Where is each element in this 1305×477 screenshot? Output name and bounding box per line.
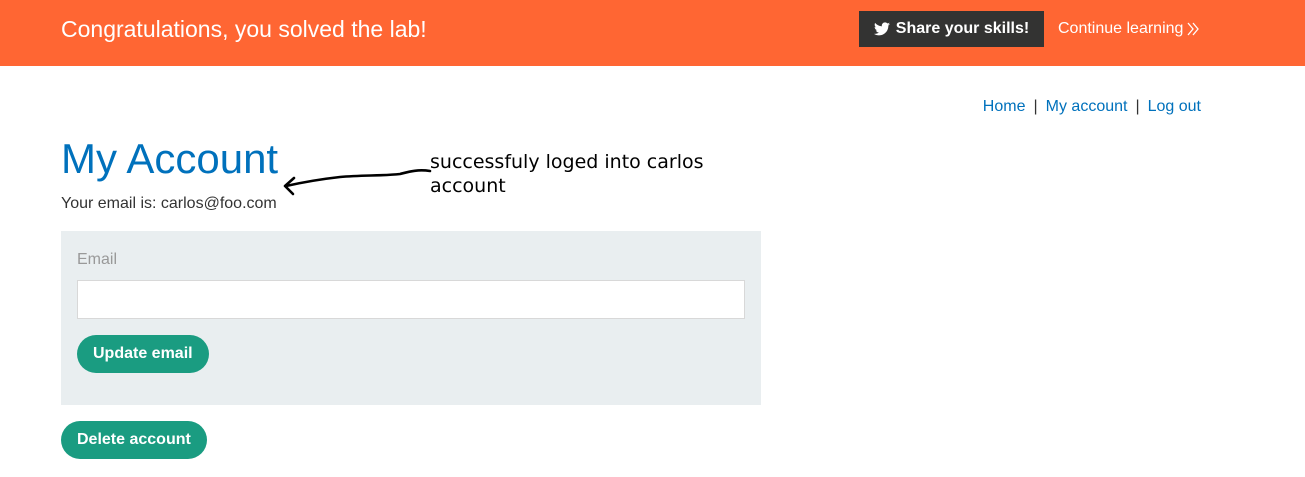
email-input[interactable] [77,280,745,319]
lab-solved-banner: Congratulations, you solved the lab! Sha… [0,0,1305,66]
update-email-button[interactable]: Update email [77,335,209,373]
top-nav: Home | My account | Log out [983,97,1201,117]
nav-log-out-link[interactable]: Log out [1148,98,1201,115]
nav-home-link[interactable]: Home [983,98,1026,115]
change-email-form: Email Update email [61,231,761,405]
email-label: Email [77,251,118,268]
double-chevron-right-icon [1187,22,1200,36]
twitter-icon [873,22,890,36]
delete-account-button[interactable]: Delete account [61,421,207,459]
page-title: My Account [61,135,279,182]
current-email-text: Your email is: carlos@foo.com [61,195,277,212]
banner-title: Congratulations, you solved the lab! [61,16,427,42]
share-skills-button[interactable]: Share your skills! [859,11,1044,47]
continue-learning-link[interactable]: Continue learning [1058,19,1200,39]
nav-separator: | [1033,98,1038,115]
annotation-arrow-icon [283,169,432,196]
share-skills-label: Share your skills! [895,20,1030,37]
nav-my-account-link[interactable]: My account [1046,98,1128,115]
annotation-note: successfuly loged into carlos account [430,151,704,197]
continue-learning-label: Continue learning [1058,20,1184,37]
nav-separator: | [1135,98,1140,115]
